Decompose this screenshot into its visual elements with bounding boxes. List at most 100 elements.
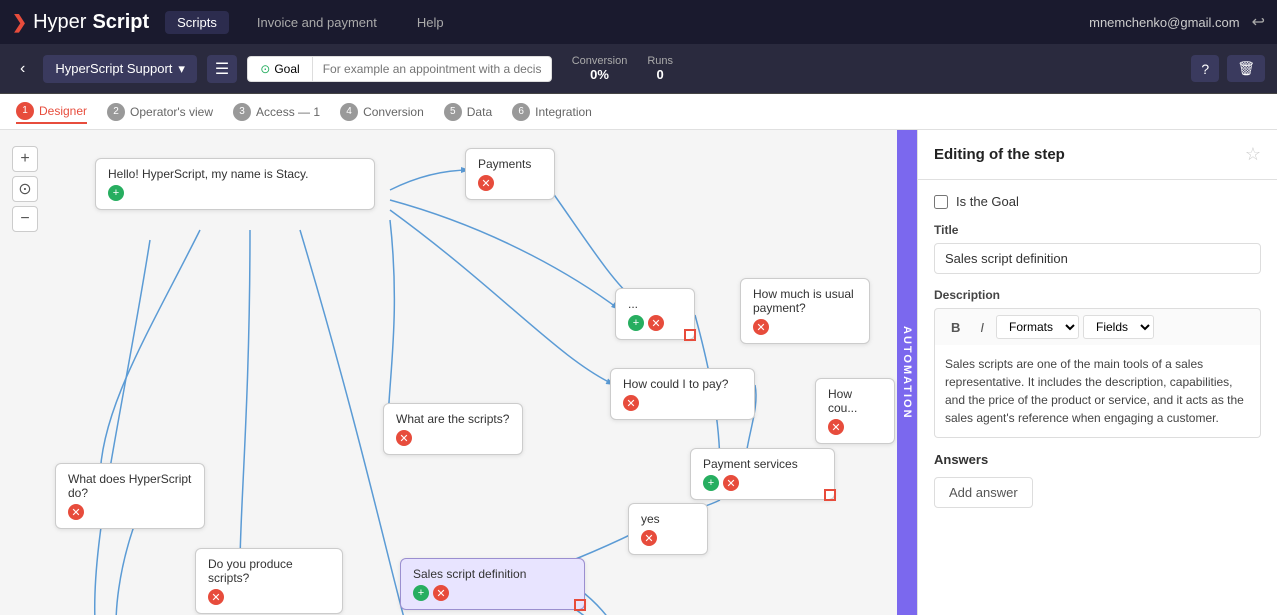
flow-node-how-col[interactable]: How cou... ✕ bbox=[815, 378, 895, 444]
formats-dropdown[interactable]: Formats bbox=[996, 315, 1079, 339]
flow-node-produce-scripts[interactable]: Do you produce scripts? ✕ bbox=[195, 548, 343, 614]
goal-button[interactable]: ⊙ Goal bbox=[247, 56, 311, 82]
step-label-access: Access — 1 bbox=[256, 105, 320, 119]
runs-value: 0 bbox=[657, 67, 664, 82]
chevron-down-icon: ▾ bbox=[178, 61, 185, 77]
node-add-hello[interactable]: + bbox=[108, 185, 124, 201]
node-text-how-col: How cou... bbox=[828, 387, 882, 415]
title-field-label: Title bbox=[934, 223, 1261, 237]
node-del-what-does[interactable]: ✕ bbox=[68, 504, 84, 520]
node-del-produce-scripts[interactable]: ✕ bbox=[208, 589, 224, 605]
step-label-operator: Operator's view bbox=[130, 105, 213, 119]
brand-logo: ❯ HyperScript bbox=[12, 11, 149, 34]
goal-input[interactable] bbox=[312, 56, 552, 82]
step-tab-operator[interactable]: 2 Operator's view bbox=[107, 101, 213, 123]
flow-node-payment-services[interactable]: Payment services + ✕ bbox=[690, 448, 835, 500]
help-icon-button[interactable]: ? bbox=[1191, 55, 1219, 82]
node-text-payment-amount: How much is usual payment? bbox=[753, 287, 857, 315]
nav-tab-invoice[interactable]: Invoice and payment bbox=[245, 11, 389, 34]
canvas-area[interactable]: Hello! HyperScript, my name is Stacy. + … bbox=[0, 130, 917, 615]
fields-dropdown[interactable]: Fields bbox=[1083, 315, 1154, 339]
step-num-1: 1 bbox=[16, 102, 34, 120]
panel-body: Is the Goal Title Description B I Format… bbox=[918, 180, 1277, 522]
automation-label[interactable]: AUTOMATION bbox=[897, 130, 917, 615]
node-add-dots[interactable]: + bbox=[628, 315, 644, 331]
node-corner-payment-services bbox=[824, 489, 836, 501]
title-field-input[interactable] bbox=[934, 243, 1261, 274]
answers-title: Answers bbox=[934, 452, 1261, 467]
flow-node-yes1[interactable]: yes ✕ bbox=[628, 503, 708, 555]
node-corner-dots bbox=[684, 329, 696, 341]
add-answer-button[interactable]: Add answer bbox=[934, 477, 1033, 508]
node-text-dots: ... bbox=[628, 297, 682, 311]
step-tab-integration[interactable]: 6 Integration bbox=[512, 101, 592, 123]
node-del-how-col[interactable]: ✕ bbox=[828, 419, 844, 435]
flow-node-dots[interactable]: ... + ✕ bbox=[615, 288, 695, 340]
goal-checkbox-row: Is the Goal bbox=[934, 194, 1261, 209]
script-name-dropdown[interactable]: HyperScript Support ▾ bbox=[43, 55, 197, 83]
node-del-payment-amount[interactable]: ✕ bbox=[753, 319, 769, 335]
step-label-conversion: Conversion bbox=[363, 105, 424, 119]
node-add-payment-services[interactable]: + bbox=[703, 475, 719, 491]
hamburger-button[interactable]: ☰ bbox=[207, 55, 237, 83]
italic-button[interactable]: I bbox=[972, 317, 992, 338]
editor-content[interactable]: Sales scripts are one of the main tools … bbox=[934, 345, 1261, 438]
flow-node-how-pay[interactable]: How could I to pay? ✕ bbox=[610, 368, 755, 420]
navbar: ❯ HyperScript Scripts Invoice and paymen… bbox=[0, 0, 1277, 44]
navbar-right: mnemchenko@gmail.com ↩ bbox=[1089, 12, 1265, 32]
back-button[interactable]: ‹ bbox=[12, 56, 33, 82]
flow-node-payment-amount[interactable]: How much is usual payment? ✕ bbox=[740, 278, 870, 344]
step-tab-data[interactable]: 5 Data bbox=[444, 101, 492, 123]
node-del-yes1[interactable]: ✕ bbox=[641, 530, 657, 546]
node-text-payments: Payments bbox=[478, 157, 542, 171]
answers-section: Answers Add answer bbox=[934, 452, 1261, 508]
node-del-sales-script[interactable]: ✕ bbox=[433, 585, 449, 601]
node-text-what-scripts: What are the scripts? bbox=[396, 412, 510, 426]
goal-button-label: Goal bbox=[274, 62, 299, 76]
flow-node-what-scripts[interactable]: What are the scripts? ✕ bbox=[383, 403, 523, 455]
step-num-2: 2 bbox=[107, 103, 125, 121]
right-panel: Editing of the step ☆ Is the Goal Title … bbox=[917, 130, 1277, 615]
node-del-dots[interactable]: ✕ bbox=[648, 315, 664, 331]
flow-node-payments[interactable]: Payments ✕ bbox=[465, 148, 555, 200]
toolbar: ‹ HyperScript Support ▾ ☰ ⊙ Goal Convers… bbox=[0, 44, 1277, 94]
node-del-payments[interactable]: ✕ bbox=[478, 175, 494, 191]
panel-header: Editing of the step ☆ bbox=[918, 130, 1277, 180]
step-tab-access[interactable]: 3 Access — 1 bbox=[233, 101, 320, 123]
delete-icon-button[interactable]: 🗑 bbox=[1227, 55, 1265, 82]
node-corner-sales-script bbox=[574, 599, 586, 611]
panel-title: Editing of the step bbox=[934, 146, 1065, 163]
flow-node-hello[interactable]: Hello! HyperScript, my name is Stacy. + bbox=[95, 158, 375, 210]
script-name-label: HyperScript Support bbox=[55, 61, 172, 76]
step-label-integration: Integration bbox=[535, 105, 592, 119]
flow-node-sales-script[interactable]: Sales script definition + ✕ bbox=[400, 558, 585, 610]
main-area: Hello! HyperScript, my name is Stacy. + … bbox=[0, 130, 1277, 615]
nav-tab-help[interactable]: Help bbox=[405, 11, 456, 34]
zoom-out-button[interactable]: − bbox=[12, 206, 38, 232]
logout-icon[interactable]: ↩ bbox=[1252, 12, 1265, 32]
conversion-value: 0% bbox=[590, 67, 609, 82]
node-del-how-pay[interactable]: ✕ bbox=[623, 395, 639, 411]
step-num-5: 5 bbox=[444, 103, 462, 121]
node-del-what-scripts[interactable]: ✕ bbox=[396, 430, 412, 446]
node-actions-hello: + bbox=[108, 185, 362, 201]
node-text-how-pay: How could I to pay? bbox=[623, 377, 742, 391]
nav-tab-scripts[interactable]: Scripts bbox=[165, 11, 229, 34]
is-goal-label: Is the Goal bbox=[956, 194, 1019, 209]
node-text-sales-script: Sales script definition bbox=[413, 567, 572, 581]
zoom-target-button[interactable]: ⊙ bbox=[12, 176, 38, 202]
is-goal-checkbox[interactable] bbox=[934, 195, 948, 209]
runs-label: Runs bbox=[647, 55, 673, 67]
step-tab-conversion[interactable]: 4 Conversion bbox=[340, 101, 424, 123]
step-label-data: Data bbox=[467, 105, 492, 119]
step-tab-designer[interactable]: 1 Designer bbox=[16, 100, 87, 124]
node-add-sales-script[interactable]: + bbox=[413, 585, 429, 601]
zoom-in-button[interactable]: + bbox=[12, 146, 38, 172]
flow-node-what-does[interactable]: What does HyperScript do? ✕ bbox=[55, 463, 205, 529]
star-button[interactable]: ☆ bbox=[1245, 144, 1261, 165]
description-field-label: Description bbox=[934, 288, 1261, 302]
bold-button[interactable]: B bbox=[943, 317, 968, 338]
node-del-payment-services[interactable]: ✕ bbox=[723, 475, 739, 491]
step-num-4: 4 bbox=[340, 103, 358, 121]
user-email: mnemchenko@gmail.com bbox=[1089, 15, 1239, 30]
